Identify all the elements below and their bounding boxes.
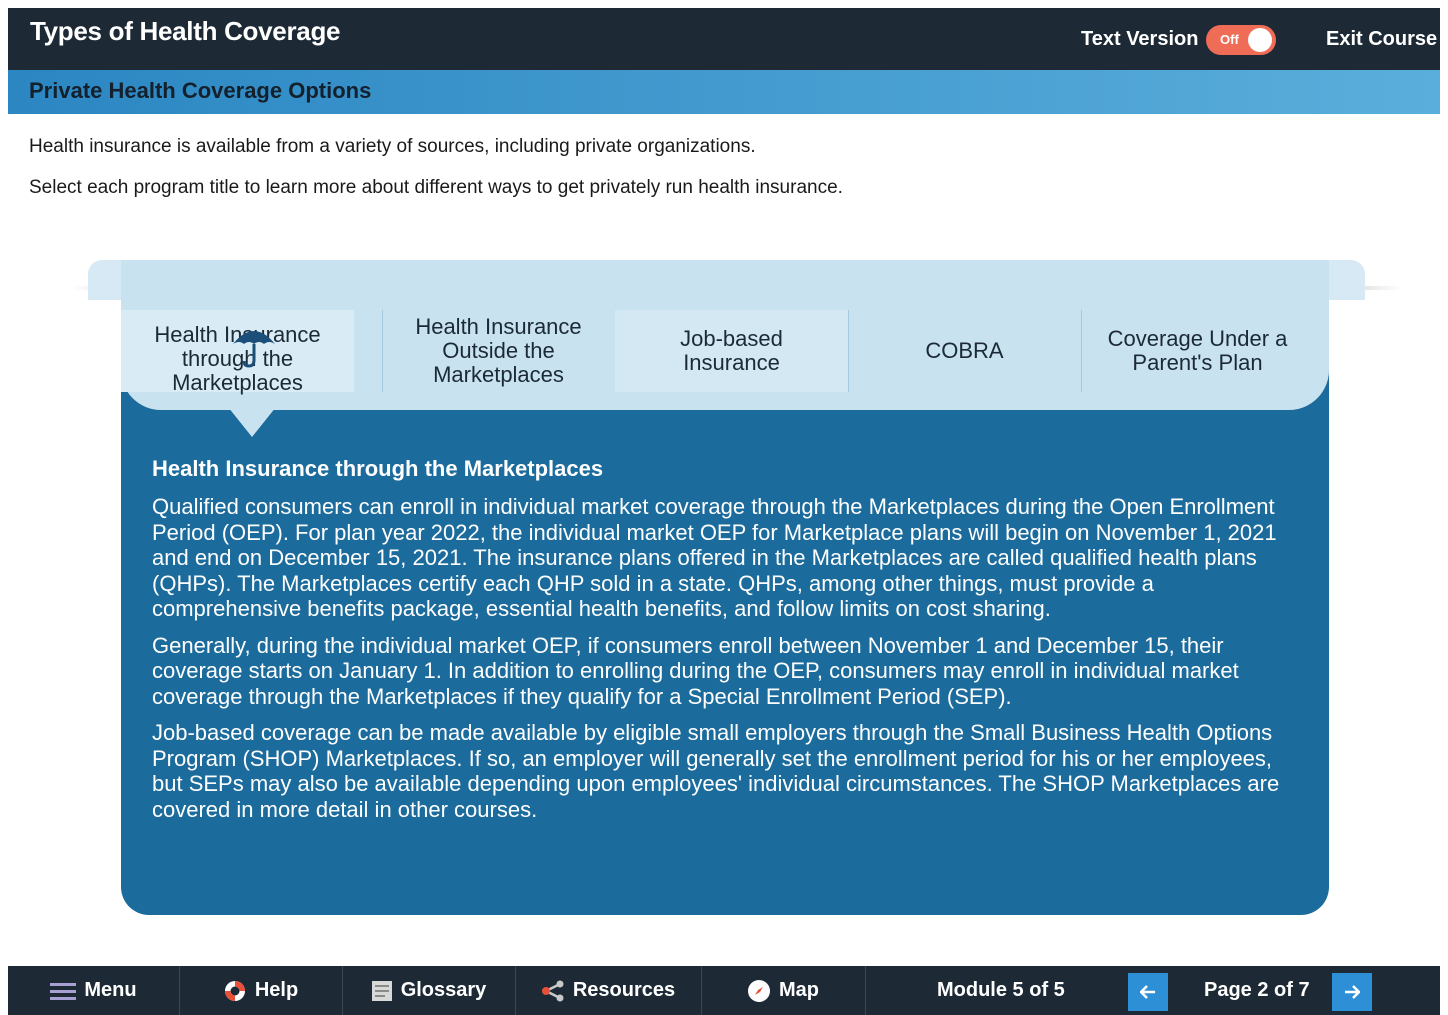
lifebuoy-icon — [224, 980, 245, 1001]
page-title: Private Health Coverage Options — [29, 78, 372, 103]
map-label: Map — [779, 979, 819, 1001]
resources-label: Resources — [572, 979, 676, 1001]
resources-button[interactable]: Resources — [515, 966, 701, 1015]
toggle-state-label: Off — [1220, 32, 1239, 47]
intro-text: Health insurance is available from a var… — [29, 136, 756, 157]
panel-heading: Health Insurance through the Marketplace… — [152, 456, 604, 481]
glossary-label: Glossary — [400, 979, 487, 1001]
arrow-left-icon — [1140, 985, 1155, 999]
nav-separator — [865, 966, 866, 1015]
course-title: Types of Health Coverage — [30, 16, 341, 46]
help-label: Help — [254, 979, 299, 1001]
glossary-button[interactable]: Glossary — [342, 966, 515, 1015]
toggle-knob — [1248, 28, 1272, 52]
tab-outside-marketplaces[interactable]: Health Insurance Outside the Marketplace… — [382, 310, 615, 392]
text-version-toggle[interactable]: Off — [1206, 25, 1276, 55]
page-indicator: Page 2 of 7 — [1204, 979, 1310, 1001]
module-indicator: Module 5 of 5 — [937, 979, 1065, 1001]
exit-course-button[interactable]: Exit Course — [1326, 28, 1437, 51]
hamburger-icon — [50, 982, 77, 1000]
course-window: Types of Health Coverage Text Version Of… — [8, 8, 1440, 1015]
tab-parents-plan[interactable]: Coverage Under a Parent's Plan — [1081, 310, 1314, 392]
map-button[interactable]: Map — [701, 966, 865, 1015]
tab-marketplaces[interactable]: Health Insurance through the Marketplace… — [121, 310, 354, 395]
panel-paragraph: Job-based coverage can be made available… — [152, 720, 1280, 822]
panel-paragraph: Generally, during the individual market … — [152, 632, 1239, 709]
tab-label: Coverage Under a Parent's Plan — [1107, 326, 1288, 375]
panel-content: Health Insurance through the Marketplace… — [152, 456, 1302, 833]
umbrella-icon — [233, 331, 275, 368]
panel-paragraph: Qualified consumers can enroll in indivi… — [152, 494, 1277, 621]
bottom-nav-bar: Menu Help Glossary Resources Map Module … — [8, 966, 1440, 1015]
menu-label: Menu — [84, 979, 137, 1001]
book-icon — [371, 980, 392, 1001]
tab-cobra[interactable]: COBRA — [848, 310, 1081, 392]
next-page-button[interactable] — [1332, 973, 1372, 1011]
compass-icon — [748, 979, 770, 1002]
tab-job-based-insurance[interactable]: Job-based Insurance — [615, 310, 848, 392]
instruction-text: Select each program title to learn more … — [29, 177, 843, 198]
tab-strip: Health Insurance through the Marketplace… — [121, 260, 1329, 410]
active-tab-pointer — [228, 407, 276, 437]
tab-label: Job-based Insurance — [680, 326, 783, 375]
tab-label: Health Insurance Outside the Marketplace… — [415, 314, 582, 387]
help-button[interactable]: Help — [179, 966, 342, 1015]
menu-button[interactable]: Menu — [8, 966, 179, 1015]
previous-page-button[interactable] — [1128, 973, 1168, 1011]
arrow-right-icon — [1345, 985, 1360, 999]
top-bar: Types of Health Coverage Text Version Of… — [8, 8, 1440, 70]
share-icon — [541, 980, 564, 1001]
tab-label: COBRA — [925, 338, 1004, 363]
text-version-label: Text Version — [1081, 28, 1199, 50]
section-header: Private Health Coverage Options — [8, 70, 1440, 114]
